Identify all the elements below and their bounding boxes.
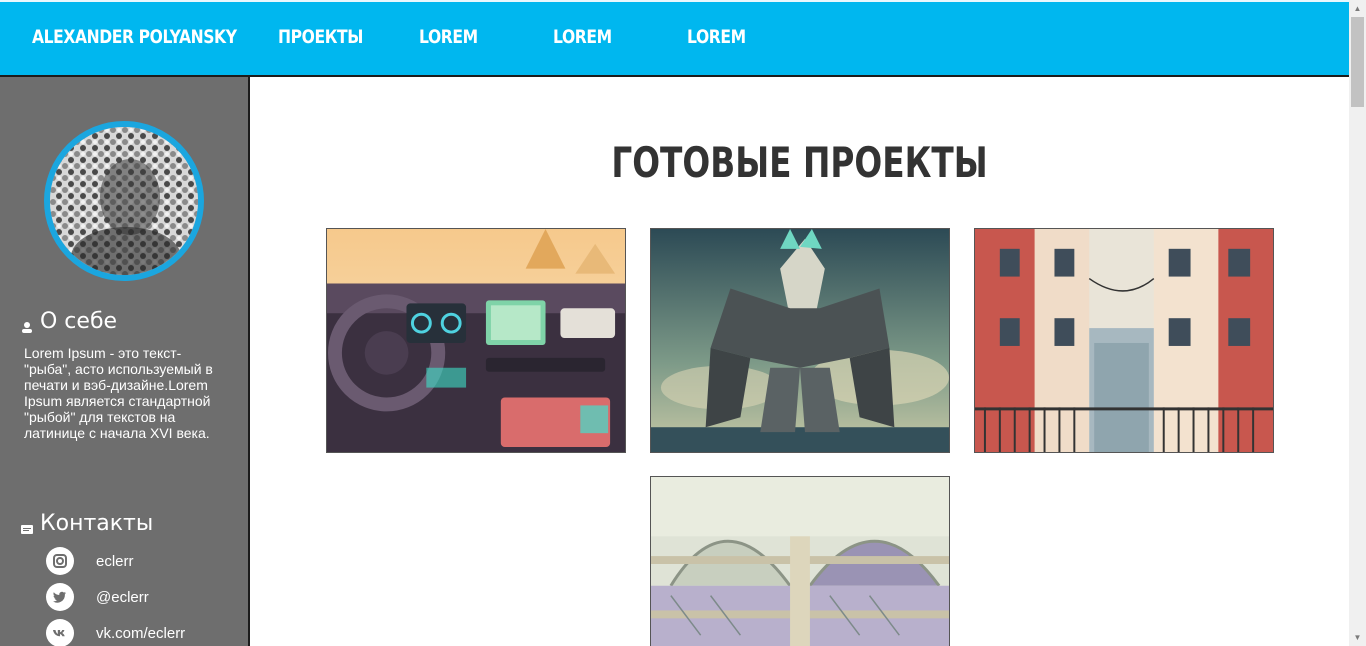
arch-building-illustration xyxy=(651,477,949,646)
contacts-icon xyxy=(20,517,34,534)
project-card-2[interactable] xyxy=(650,228,950,453)
contact-twitter[interactable]: @eclerr xyxy=(46,583,149,611)
contacts-title: Контакты xyxy=(40,511,154,536)
houses-illustration xyxy=(975,229,1273,452)
nav-item-lorem-1[interactable]: LOREM xyxy=(419,26,478,48)
contact-text: eclerr xyxy=(96,552,134,570)
nav-item-projects[interactable]: ПРОЕКТЫ xyxy=(278,26,363,48)
instagram-icon xyxy=(46,547,74,575)
nav-item-lorem-3[interactable]: LOREM xyxy=(687,26,746,48)
car-dashboard-illustration xyxy=(327,229,625,452)
avatar-image xyxy=(50,127,198,275)
contact-text: vk.com/eclerr xyxy=(96,624,186,642)
about-text: Lorem Ipsum - это текст-"рыба", асто исп… xyxy=(24,345,213,441)
scroll-up-arrow-icon[interactable]: ▲ xyxy=(1349,0,1366,17)
vk-icon xyxy=(46,619,74,646)
page-title: ГОТОВЫЕ ПРОЕКТЫ xyxy=(611,138,988,187)
scroll-down-arrow-icon[interactable]: ▼ xyxy=(1349,629,1366,646)
project-card-3[interactable] xyxy=(974,228,1274,453)
robot-illustration xyxy=(651,229,949,452)
about-heading: О себе xyxy=(20,309,117,334)
scroll-thumb[interactable] xyxy=(1351,17,1364,107)
project-card-1[interactable] xyxy=(326,228,626,453)
contact-instagram[interactable]: eclerr xyxy=(46,547,134,575)
brand-link[interactable]: ALEXANDER POLYANSKY xyxy=(32,26,237,48)
contact-vk[interactable]: vk.com/eclerr xyxy=(46,619,185,646)
sidebar: О себе Lorem Ipsum - это текст-"рыба", а… xyxy=(0,77,250,646)
vertical-scrollbar[interactable]: ▲ ▼ xyxy=(1349,0,1366,646)
twitter-icon xyxy=(46,583,74,611)
project-card-4[interactable] xyxy=(650,476,950,646)
nav-item-lorem-2[interactable]: LOREM xyxy=(553,26,612,48)
contacts-heading: Контакты xyxy=(20,511,153,536)
avatar xyxy=(44,121,204,281)
user-icon xyxy=(20,315,34,333)
contact-text: @eclerr xyxy=(96,588,149,606)
top-navbar: ALEXANDER POLYANSKY ПРОЕКТЫ LOREM LOREM … xyxy=(0,0,1349,77)
about-title: О себе xyxy=(40,309,118,334)
